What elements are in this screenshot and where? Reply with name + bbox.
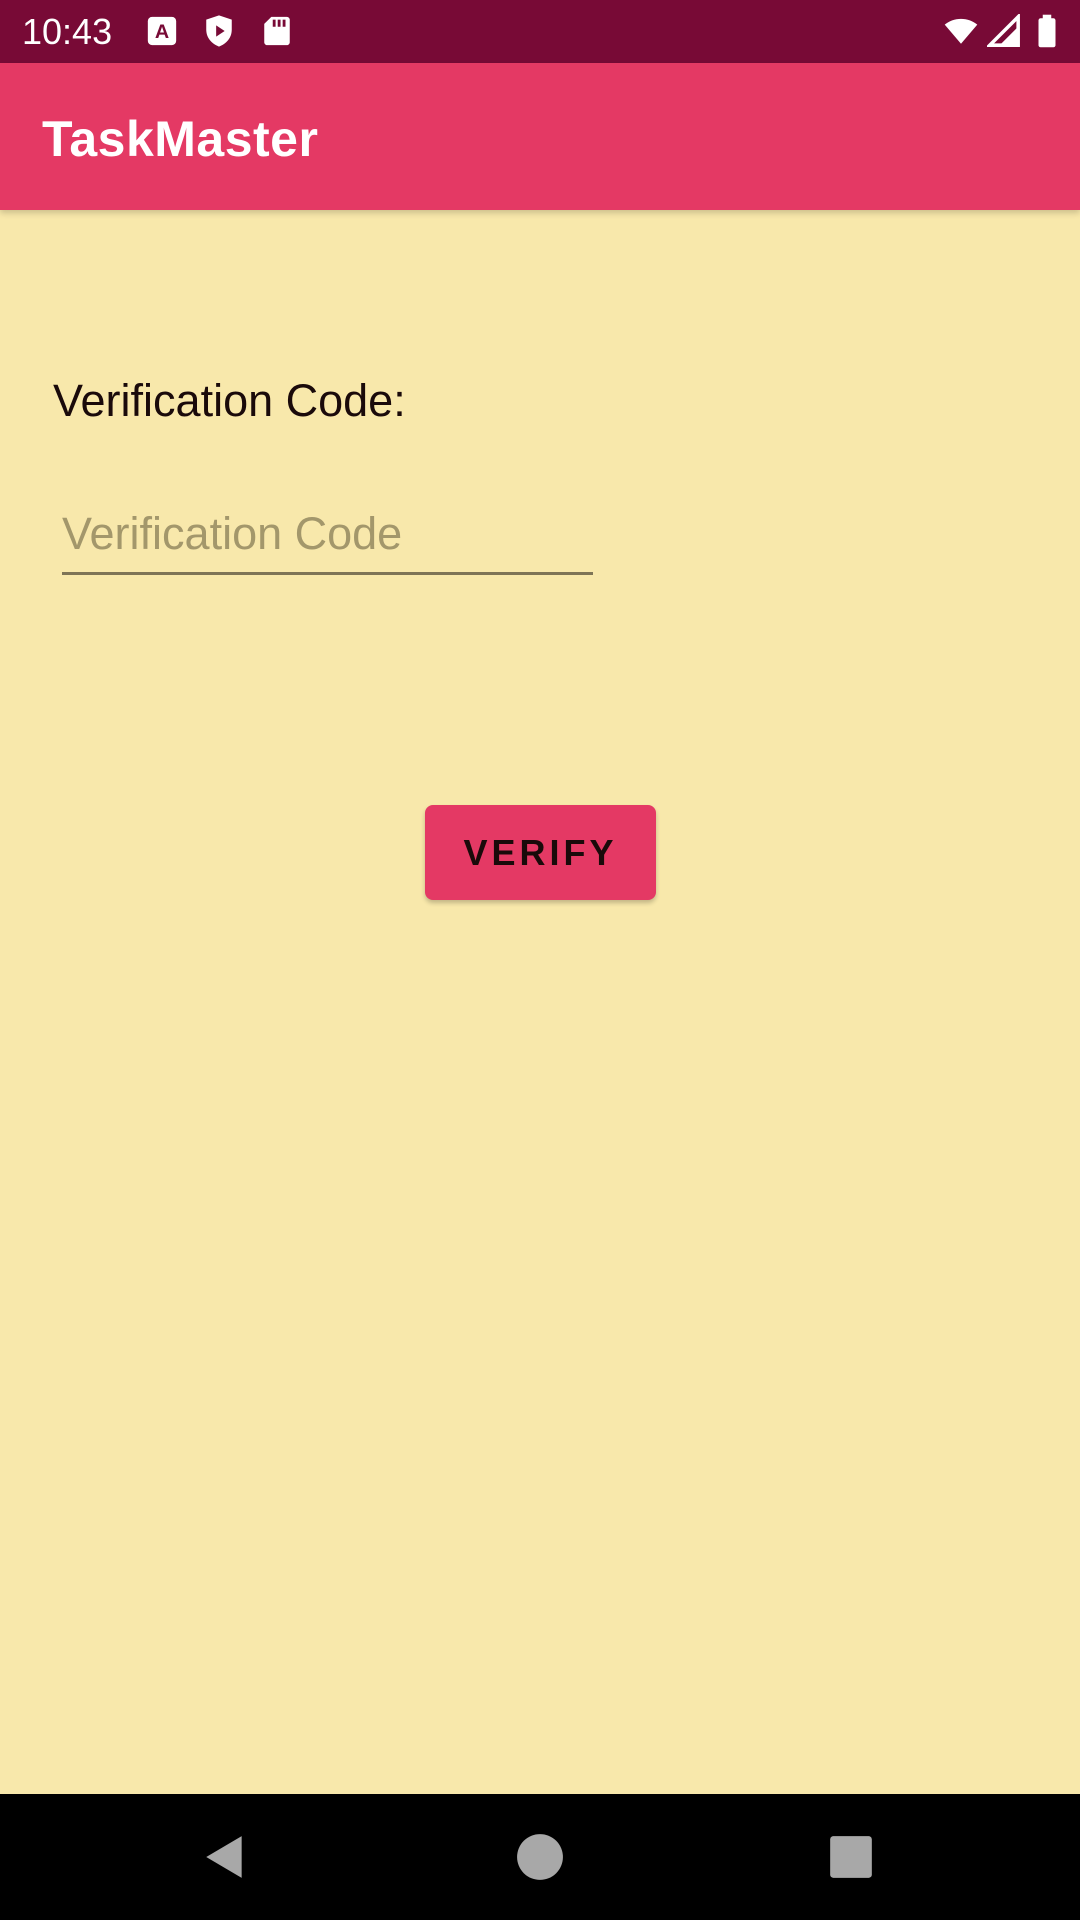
- navigation-bar: [0, 1794, 1080, 1920]
- svg-text:A: A: [155, 21, 169, 43]
- app-title: TaskMaster: [42, 111, 319, 167]
- verification-code-field: [62, 500, 593, 575]
- battery-icon: [1033, 14, 1061, 48]
- sd-card-icon: [260, 14, 294, 48]
- screen: 10:43 A TaskMaster Verification Code: VE…: [0, 0, 1080, 1920]
- status-time: 10:43: [22, 11, 113, 52]
- verify-button[interactable]: VERIFY: [425, 805, 656, 900]
- app-bar: TaskMaster: [0, 63, 1080, 210]
- recents-icon[interactable]: [826, 1832, 876, 1882]
- signal-icon: [987, 14, 1021, 48]
- status-bar: 10:43 A: [0, 0, 1080, 63]
- verification-code-label: Verification Code:: [53, 375, 406, 426]
- back-icon[interactable]: [200, 1832, 250, 1882]
- verification-code-input[interactable]: [62, 500, 593, 568]
- wifi-icon: [944, 14, 978, 48]
- text-a-icon: A: [145, 14, 179, 48]
- home-icon[interactable]: [515, 1832, 565, 1882]
- shield-play-icon: [202, 14, 236, 48]
